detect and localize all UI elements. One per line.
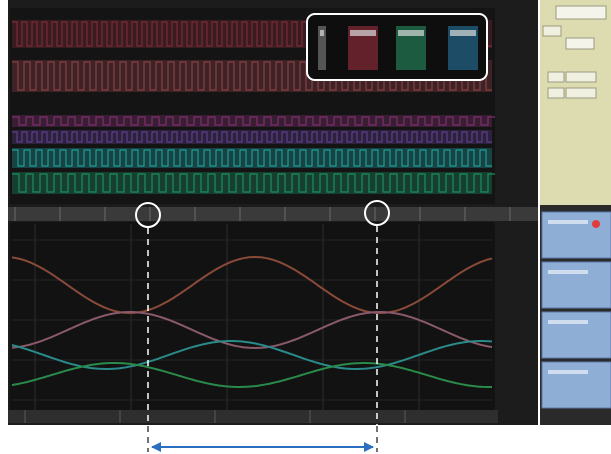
band-5-pulses [12, 149, 492, 167]
band-6-fill [12, 172, 492, 194]
bottom-time-ruler [8, 410, 498, 423]
function-button-3[interactable] [541, 311, 611, 359]
channel-1-readout-value [320, 30, 324, 36]
channel-readout-box [306, 13, 488, 81]
function-button-3-label-glyph [548, 320, 588, 324]
bottom-ruler-background [8, 410, 498, 423]
record-dot-icon [592, 220, 600, 228]
panel-mini-field-3[interactable] [565, 71, 597, 83]
time-ruler [8, 207, 538, 221]
function-button-4-label-glyph [548, 370, 588, 374]
panel-mini-field-5[interactable] [565, 87, 597, 99]
panel-mini-field-4[interactable] [547, 87, 565, 99]
cursor-extension [147, 426, 378, 452]
panel-mini-field-1[interactable] [542, 25, 562, 37]
function-button-1-label-glyph [548, 220, 588, 224]
function-button-2[interactable] [541, 261, 611, 309]
analog-pane-background [10, 222, 495, 412]
function-button-1[interactable] [541, 211, 611, 259]
right-control-panel [540, 0, 611, 425]
ruler-background [8, 207, 538, 221]
analog-waveform-pane [10, 222, 495, 412]
function-button-2-label-glyph [548, 270, 588, 274]
channel-2-readout-value [350, 30, 376, 36]
panel-mini-field-2[interactable] [547, 71, 565, 83]
oscilloscope-screenshot [8, 0, 611, 452]
channel-3-readout-value [398, 30, 424, 36]
channel-4-readout-value [450, 30, 476, 36]
panel-value-field[interactable] [565, 37, 595, 50]
panel-display-field[interactable] [555, 5, 607, 20]
function-button-4[interactable] [541, 361, 611, 409]
